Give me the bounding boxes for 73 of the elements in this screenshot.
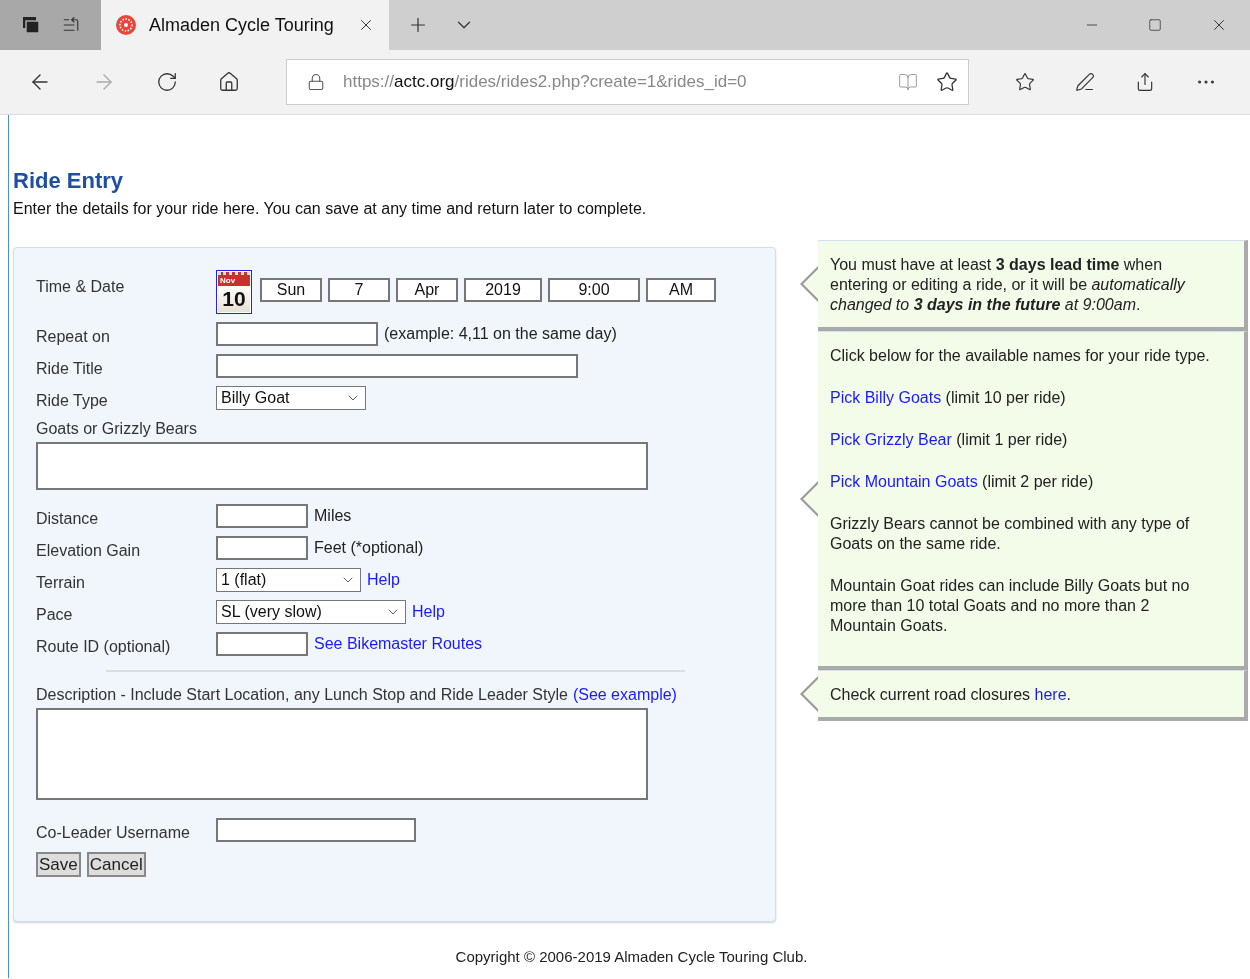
- date-part-field[interactable]: Sun: [260, 278, 322, 302]
- text-field[interactable]: [216, 504, 308, 528]
- note-text: Mountain Goat rides can include Billy Goats but no more than 10 total Goats and no more than 2 Mountain Goats.: [830, 576, 1191, 636]
- field-label: Co-Leader Username: [36, 824, 191, 842]
- tab-aside-icon[interactable]: [62, 16, 80, 34]
- field-hint: Feet (*optional): [314, 539, 424, 557]
- date-part-field[interactable]: 2019: [464, 278, 542, 302]
- logo-icon: [115, 14, 137, 36]
- pen-icon[interactable]: [1075, 72, 1095, 92]
- text-field[interactable]: [216, 322, 378, 346]
- field-label: Terrain: [36, 574, 86, 592]
- date-part-field[interactable]: 7: [328, 278, 390, 302]
- note-text: Grizzly Bears cannot be combined with any type of Goats on the same ride.: [830, 514, 1191, 554]
- field-label: Description - Include Start Location, any Lunch Stop and Ride Leader Style: [36, 686, 568, 704]
- date-part-field[interactable]: AM: [646, 278, 716, 302]
- field-label: Distance: [36, 510, 100, 528]
- maximize-icon[interactable]: [1148, 18, 1162, 32]
- note-link[interactable]: Pick Mountain Goats: [830, 473, 978, 490]
- field-hint: (example: 4,11 on the same day): [384, 325, 617, 343]
- text-field[interactable]: [216, 632, 308, 656]
- field-hint: Miles: [314, 507, 352, 525]
- home-icon[interactable]: [218, 71, 240, 93]
- text-area[interactable]: [36, 708, 648, 800]
- share-icon[interactable]: [1135, 72, 1155, 92]
- date-part-field[interactable]: 9:00: [548, 278, 640, 302]
- calendar-button[interactable]: Nov 10: [216, 270, 252, 314]
- field-label: Ride Type: [36, 392, 109, 410]
- callout-pointer: [800, 266, 818, 302]
- field-label: Elevation Gain: [36, 542, 142, 560]
- dropdown[interactable]: Billy Goat: [216, 386, 366, 410]
- refresh-icon[interactable]: [156, 71, 178, 93]
- text-area[interactable]: [36, 442, 648, 490]
- text-field[interactable]: [216, 354, 578, 378]
- note-link[interactable]: here: [1034, 686, 1067, 703]
- lock-icon: [307, 73, 325, 91]
- note-link[interactable]: Pick Grizzly Bear: [830, 431, 952, 448]
- help-link[interactable]: Help: [412, 603, 445, 621]
- note-text: Pick Mountain Goats (limit 2 per ride): [830, 472, 1095, 492]
- callout-pointer: [800, 481, 818, 517]
- copyright-text: Copyright © 2006-2019 Almaden Cycle Touring Club.: [454, 948, 809, 965]
- browser-tab[interactable]: Almaden Cycle Touring: [101, 0, 389, 50]
- field-label: Repeat on: [36, 328, 111, 346]
- star-icon[interactable]: [936, 71, 958, 93]
- note-text: You must have at least 3 days lead time when entering or editing a ride, or it will be automatically changed to 3 days in the future at 9:00am.: [830, 255, 1187, 315]
- help-link[interactable]: Help: [367, 571, 400, 589]
- example-link[interactable]: (See example): [572, 686, 677, 704]
- note-text: Pick Billy Goats (limit 10 per ride): [830, 388, 1067, 408]
- help-link[interactable]: See Bikemaster Routes: [314, 635, 483, 653]
- dropdown[interactable]: SL (very slow): [216, 600, 406, 624]
- note-text: Check current road closures here.: [830, 685, 1072, 705]
- tabs-icon[interactable]: [22, 16, 40, 34]
- field-label: Ride Title: [36, 360, 104, 378]
- note-link[interactable]: Pick Billy Goats: [830, 389, 942, 406]
- intro-text: Enter the details for your ride here. You can save at any time and return later to complete.: [13, 200, 648, 218]
- note-text: Pick Grizzly Bear (limit 1 per ride): [830, 430, 1069, 450]
- save-button[interactable]: Save: [36, 852, 81, 877]
- page-title: Ride Entry: [13, 168, 125, 194]
- dropdown[interactable]: 1 (flat): [216, 568, 361, 592]
- date-part-field[interactable]: Apr: [396, 278, 458, 302]
- field-label: Route ID (optional): [36, 638, 172, 656]
- tab-title: Almaden Cycle Touring: [149, 14, 335, 36]
- cancel-button[interactable]: Cancel: [86, 852, 146, 877]
- address-bar[interactable]: https://actc.org/rides/rides2.php?create=1&rides_id=0: [286, 59, 969, 105]
- field-label: Time & Date: [36, 278, 126, 296]
- book-icon[interactable]: [898, 72, 918, 92]
- callout-pointer: [800, 676, 818, 712]
- field-label: Pace: [36, 606, 74, 624]
- text-field[interactable]: [216, 536, 308, 560]
- field-label: Goats or Grizzly Bears: [36, 420, 197, 438]
- note-text: Click below for the available names for your ride type.: [830, 346, 1211, 366]
- favorites-icon[interactable]: [1015, 72, 1035, 92]
- text-field[interactable]: [216, 818, 416, 842]
- url-text: https://actc.org/rides/rides2.php?create=1&rides_id=0: [343, 72, 748, 92]
